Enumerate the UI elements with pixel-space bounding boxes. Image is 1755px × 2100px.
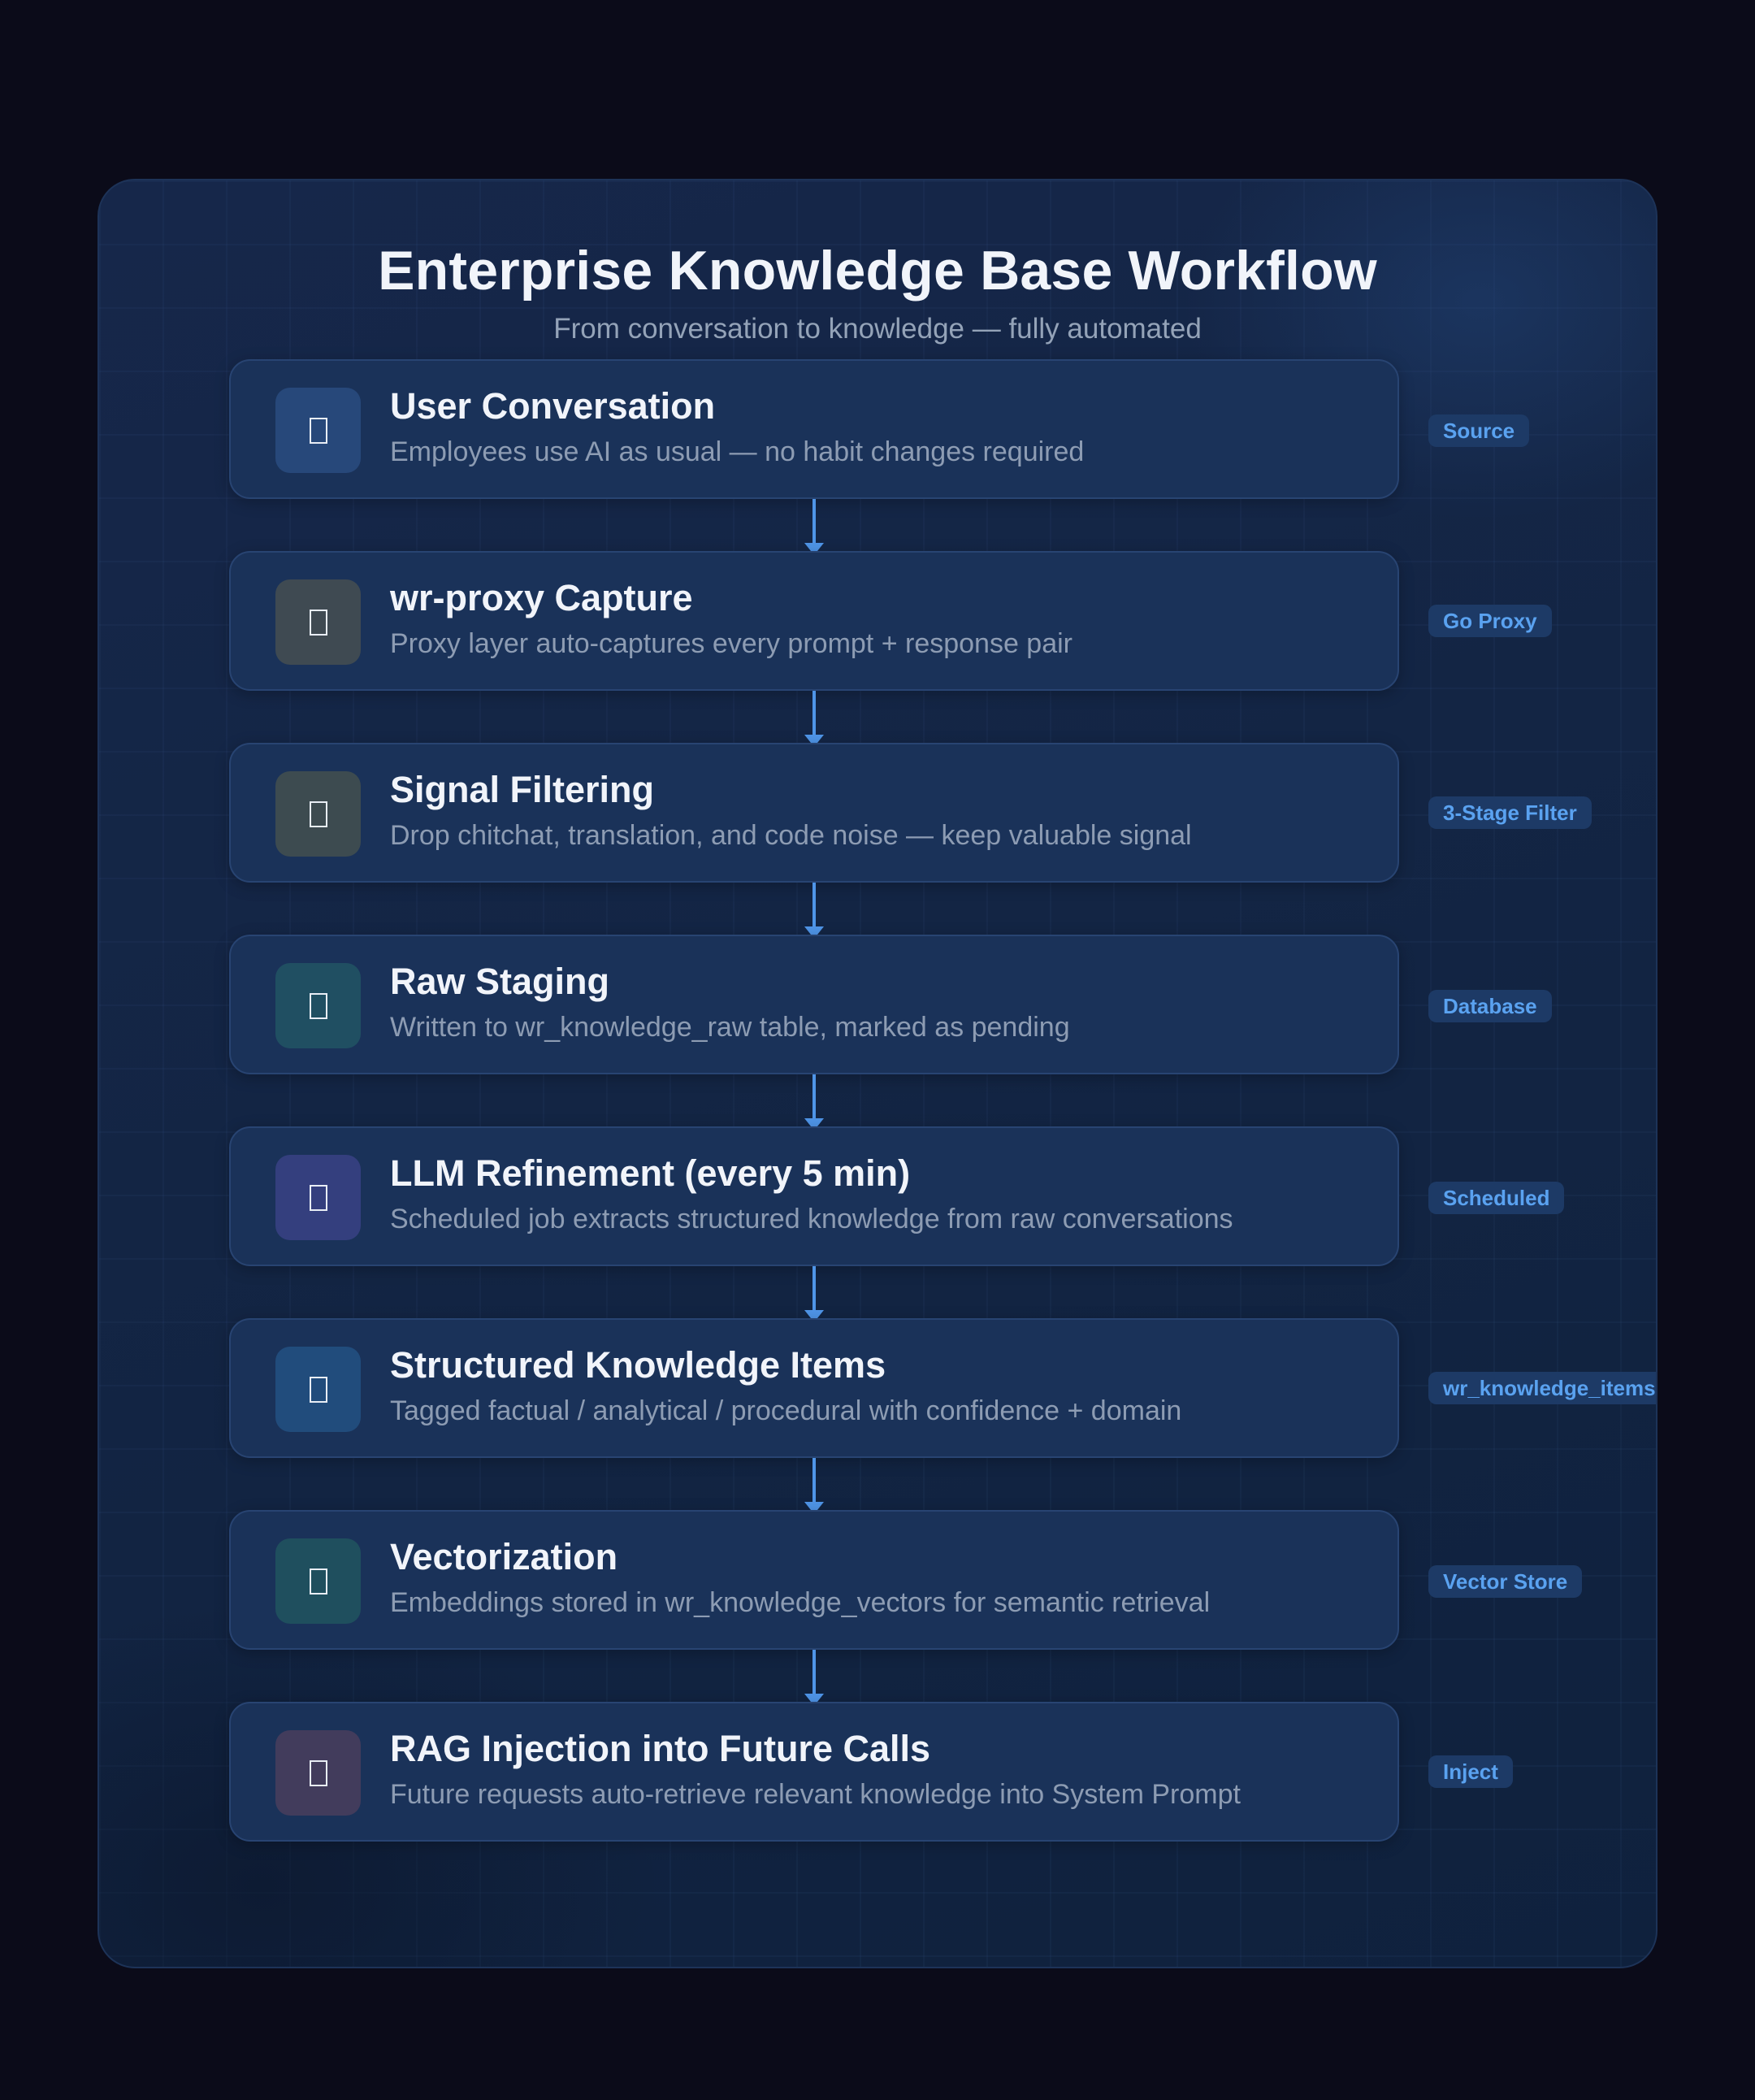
- step-card: Raw Staging Written to wr_knowledge_raw …: [229, 935, 1399, 1074]
- step-tag: Database: [1428, 990, 1552, 1022]
- step-card: Vectorization Embeddings stored in wr_kn…: [229, 1510, 1399, 1650]
- workflow-step: LLM Refinement (every 5 min) Scheduled j…: [229, 1126, 1399, 1266]
- workflow-step: Structured Knowledge Items Tagged factua…: [229, 1318, 1399, 1458]
- step-tag: Vector Store: [1428, 1565, 1583, 1598]
- step-title: Structured Knowledge Items: [390, 1344, 886, 1386]
- step-description: Drop chitchat, translation, and code noi…: [390, 820, 1192, 851]
- step-card: User Conversation Employees use AI as us…: [229, 359, 1399, 499]
- step-description: Tagged factual / analytical / procedural…: [390, 1395, 1182, 1426]
- step-description: Proxy layer auto-captures every prompt +…: [390, 628, 1073, 659]
- step-title: Vectorization: [390, 1536, 618, 1577]
- step-description: Written to wr_knowledge_raw table, marke…: [390, 1012, 1070, 1043]
- step-tag: Go Proxy: [1428, 605, 1552, 637]
- workflow-step: RAG Injection into Future Calls Future r…: [229, 1702, 1399, 1842]
- page-title: Enterprise Knowledge Base Workflow: [378, 240, 1377, 302]
- step-tag: Inject: [1428, 1755, 1513, 1788]
- step-tag: Scheduled: [1428, 1182, 1565, 1214]
- filter-icon: [275, 771, 361, 857]
- step-title: LLM Refinement (every 5 min): [390, 1152, 911, 1194]
- step-tag: 3-Stage Filter: [1428, 796, 1592, 829]
- workflow-step: wr-proxy Capture Proxy layer auto-captur…: [229, 551, 1399, 691]
- step-title: Signal Filtering: [390, 769, 655, 810]
- inject-icon: [275, 1730, 361, 1816]
- step-card: RAG Injection into Future Calls Future r…: [229, 1702, 1399, 1842]
- chat-icon: [275, 388, 361, 473]
- workflow-step: Vectorization Embeddings stored in wr_kn…: [229, 1510, 1399, 1650]
- step-tag: wr_knowledge_items: [1428, 1372, 1656, 1404]
- step-title: RAG Injection into Future Calls: [390, 1728, 931, 1769]
- workflow-step: Raw Staging Written to wr_knowledge_raw …: [229, 935, 1399, 1074]
- step-description: Embeddings stored in wr_knowledge_vector…: [390, 1587, 1211, 1618]
- database-icon: [275, 963, 361, 1048]
- step-card: Signal Filtering Drop chitchat, translat…: [229, 743, 1399, 883]
- step-title: User Conversation: [390, 385, 716, 427]
- step-title: Raw Staging: [390, 961, 610, 1002]
- step-description: Employees use AI as usual — no habit cha…: [390, 436, 1085, 467]
- step-tag: Source: [1428, 414, 1530, 447]
- step-title: wr-proxy Capture: [390, 577, 693, 618]
- workflow-panel: Enterprise Knowledge Base Workflow From …: [98, 179, 1658, 1968]
- tag-icon: [275, 1347, 361, 1432]
- workflow-step: User Conversation Employees use AI as us…: [229, 359, 1399, 499]
- step-description: Future requests auto-retrieve relevant k…: [390, 1779, 1241, 1810]
- robot-icon: [275, 1155, 361, 1240]
- page-subtitle: From conversation to knowledge — fully a…: [553, 313, 1202, 345]
- vector-icon: [275, 1538, 361, 1624]
- step-card: Structured Knowledge Items Tagged factua…: [229, 1318, 1399, 1458]
- step-card: wr-proxy Capture Proxy layer auto-captur…: [229, 551, 1399, 691]
- workflow-step: Signal Filtering Drop chitchat, translat…: [229, 743, 1399, 883]
- step-card: LLM Refinement (every 5 min) Scheduled j…: [229, 1126, 1399, 1266]
- capture-icon: [275, 579, 361, 665]
- step-description: Scheduled job extracts structured knowle…: [390, 1204, 1233, 1234]
